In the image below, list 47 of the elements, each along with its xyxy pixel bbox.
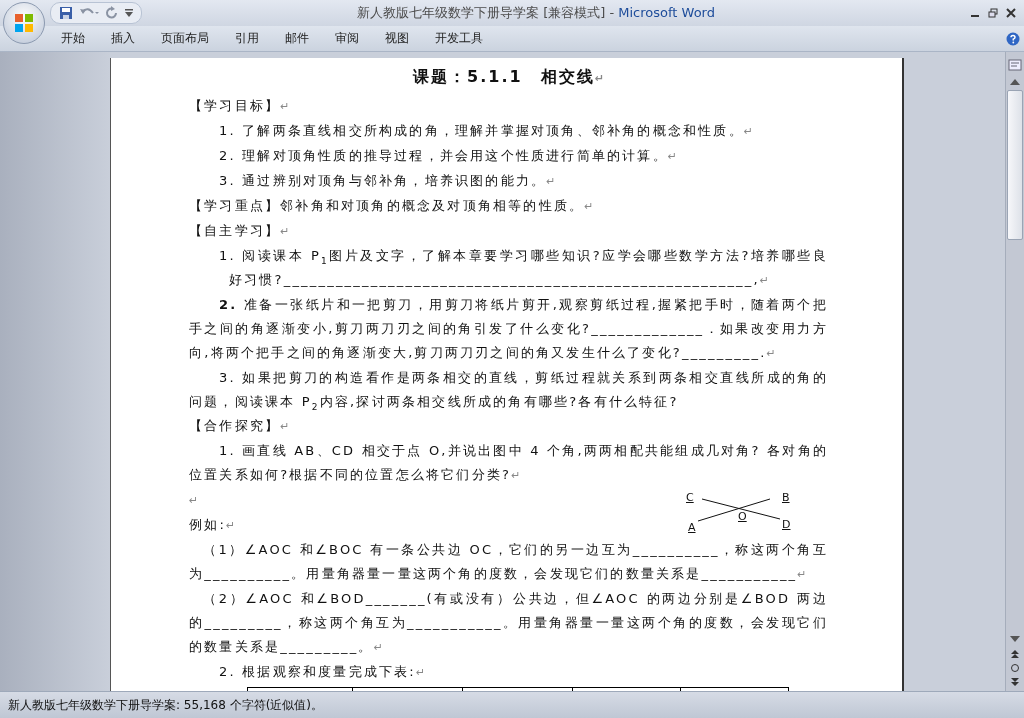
paragraph-text: 1. 阅读课本 P$_{1}$图片及文字，了解本章要学习哪些知识?应学会哪些数学方法?培养哪些良好习惯?______________________________________________________,↵ xyxy=(218,247,828,289)
previous-page-icon[interactable] xyxy=(1010,649,1020,659)
next-page-icon[interactable] xyxy=(1010,677,1020,687)
close-icon[interactable] xyxy=(1006,8,1016,18)
scroll-down-icon[interactable] xyxy=(1010,635,1020,643)
ribbon-tab[interactable]: 引用 xyxy=(222,30,272,47)
section-heading: 【学习目标】↵ xyxy=(189,97,290,115)
paragraph-text: 1. 画直线 AB、CD 相交于点 O,并说出图中 4 个角,两两相配共能组成几对角? 各对角的位置关系如何?根据不同的位置怎么将它们分类?↵ xyxy=(189,442,828,484)
paragraph-text: （1）∠AOC 和∠BOC 有一条公共边 OC，它们的另一边互为__________，称这两个角互为__________。用量角器量一量这两个角的度数，会发现它们的数量关系是___________↵ xyxy=(189,541,828,583)
ribbon-tab[interactable]: 开发工具 xyxy=(422,30,496,47)
ribbon-tab[interactable]: 视图 xyxy=(372,30,422,47)
save-icon[interactable] xyxy=(59,6,73,20)
scrollbar-thumb[interactable] xyxy=(1007,90,1023,240)
section-heading: 【自主学习】↵ xyxy=(189,222,290,240)
browse-object-icon[interactable] xyxy=(1010,663,1020,673)
document-title: 课题：5.1.1 相交线↵ xyxy=(411,66,605,88)
point-label: C xyxy=(686,491,694,504)
window-title: 新人教版七年级数学下册导学案 [兼容模式] - Microsoft Word xyxy=(357,4,715,22)
ruler-toggle-icon[interactable] xyxy=(1008,58,1022,72)
paragraph-text: 3. 通过辨别对顶角与邻补角，培养识图的能力。↵ xyxy=(218,172,557,190)
point-label: O xyxy=(738,510,747,523)
ribbon-tab[interactable]: 邮件 xyxy=(272,30,322,47)
status-text: 新人教版七年级数学下册导学案: 55,168 个字符(近似值)。 xyxy=(7,696,324,714)
ribbon-tab[interactable]: 审阅 xyxy=(322,30,372,47)
ribbon-tab[interactable]: 插入 xyxy=(98,30,148,47)
scroll-up-icon[interactable] xyxy=(1010,78,1020,86)
paragraph-text: 2. 根据观察和度量完成下表:↵ xyxy=(218,663,427,681)
paragraph-text: 1. 了解两条直线相交所构成的角，理解并掌握对顶角、邻补角的概念和性质。↵ xyxy=(218,122,754,140)
customize-caret-icon[interactable] xyxy=(125,8,133,18)
paragraph-text: 2. 理解对顶角性质的推导过程，并会用这个性质进行简单的计算。↵ xyxy=(218,147,678,165)
paragraph-text: 2. 准备一张纸片和一把剪刀，用剪刀将纸片剪开,观察剪纸过程,握紧把手时，随着两个把手之间的角逐渐变小,剪刀两刀刃之间的角引发了什么变化?_____________．如果改变用力方向,将两个把手之间的角逐渐变大,剪刀两刀刃之间的角又发生什么了变化?_________.↵ xyxy=(189,296,828,362)
paragraph-text: （2）∠AOC 和∠BOD_______(有或没有）公共边，但∠AOC 的两边分别是∠BOD 两边的_________，称这两个角互为___________。用量角器量一量这两个角的度数，会发现它们的数量关系是_________。↵ xyxy=(189,590,828,656)
point-label: D xyxy=(782,518,791,531)
section-heading: 【学习重点】邻补角和对顶角的概念及对顶角相等的性质。↵ xyxy=(189,197,594,215)
office-button[interactable] xyxy=(3,2,45,44)
section-heading: 【合作探究】↵ xyxy=(189,417,290,435)
ribbon-tab[interactable]: 开始 xyxy=(48,30,98,47)
restore-icon[interactable] xyxy=(988,8,998,18)
section-heading: 例如:↵ xyxy=(189,516,236,534)
help-icon[interactable] xyxy=(1006,31,1020,46)
point-label: A xyxy=(688,521,696,534)
redo-icon[interactable] xyxy=(105,6,119,20)
office-logo-icon xyxy=(13,12,35,34)
ribbon-tab[interactable]: 页面布局 xyxy=(148,30,222,47)
paragraph-text: 3. 如果把剪刀的构造看作是两条相交的直线，剪纸过程就关系到两条相交直线所成的角的问题，阅读课本 P$_{2}$内容,探讨两条相交线所成的角有哪些?各有什么特征? xyxy=(189,369,828,414)
point-label: B xyxy=(782,491,790,504)
paragraph-mark: ↵ xyxy=(189,493,199,509)
